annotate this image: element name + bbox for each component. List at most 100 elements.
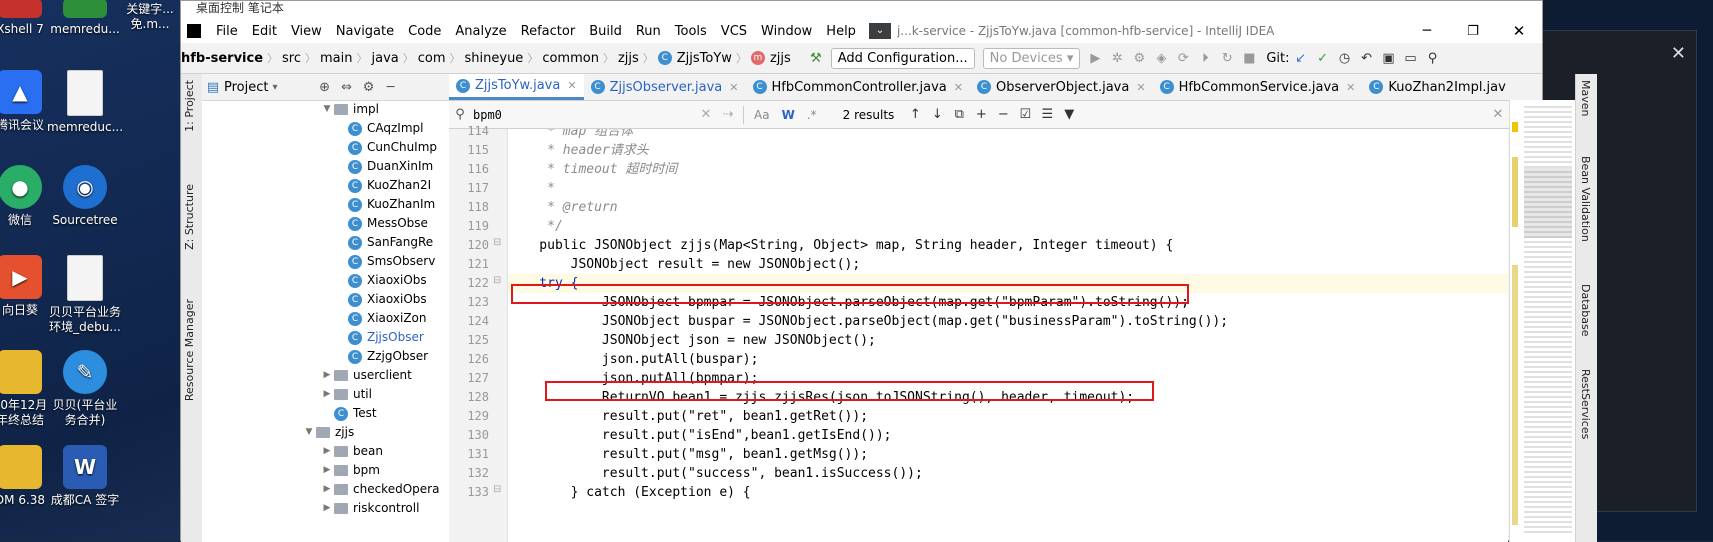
history-icon[interactable]: ⇢: [717, 104, 739, 126]
close-icon[interactable]: ✕: [567, 79, 576, 92]
tab-restservices[interactable]: RestServices: [1579, 369, 1592, 439]
chevron-right-icon[interactable]: ▶: [320, 499, 334, 518]
devices-dropdown[interactable]: No Devices ▾: [982, 47, 1081, 69]
breadcrumb-java[interactable]: java: [368, 51, 403, 66]
close-icon[interactable]: ✕: [1487, 104, 1509, 126]
fold-icon[interactable]: ⊟: [493, 275, 501, 286]
chevron-down-icon[interactable]: ⌄: [868, 23, 891, 39]
run-icon[interactable]: ▶: [1084, 47, 1106, 69]
menu-view[interactable]: View: [284, 24, 329, 39]
tree-item-messobserver[interactable]: C MessObse: [348, 214, 428, 233]
layout-icon[interactable]: ▭: [1400, 47, 1422, 69]
restore-icon[interactable]: ❐: [1450, 24, 1496, 39]
stop-icon[interactable]: ■: [1238, 47, 1260, 69]
chevron-right-icon[interactable]: ▶: [320, 480, 334, 499]
clear-icon[interactable]: ✕: [695, 104, 717, 126]
code-minimap[interactable]: [1509, 100, 1576, 542]
menu-run[interactable]: Run: [629, 24, 668, 39]
tree-item-xiaoxiobs-1[interactable]: C XiaoxiObs: [348, 271, 427, 290]
chevron-down-icon[interactable]: ▼: [302, 423, 316, 442]
find-input[interactable]: [471, 106, 695, 123]
resume-icon[interactable]: ⏵: [1194, 47, 1216, 69]
desktop-icon-beibei-platform[interactable]: ✎ 贝贝(平台业 务合并): [40, 350, 130, 428]
project-structure-icon[interactable]: ▣: [1378, 47, 1400, 69]
coverage-icon[interactable]: ◈: [1150, 47, 1172, 69]
tab-hfbcommoncontroller[interactable]: C HfbCommonController.java ✕: [746, 74, 971, 100]
rollback-icon[interactable]: ↶: [1356, 47, 1378, 69]
tree-item-impl[interactable]: ▼ impl: [320, 100, 379, 119]
git-commit-icon[interactable]: ✓: [1312, 47, 1334, 69]
menu-build[interactable]: Build: [582, 24, 629, 39]
tree-item-zjjsobserver[interactable]: C ZjjsObser: [348, 328, 424, 347]
tree-item-xiaoxiobs-2[interactable]: C XiaoxiObs: [348, 290, 427, 309]
tab-resource-manager[interactable]: Resource Manager: [183, 299, 196, 401]
chevron-right-icon[interactable]: ▶: [320, 461, 334, 480]
debug-icon[interactable]: ✲: [1106, 47, 1128, 69]
minimize-icon[interactable]: ─: [1404, 23, 1450, 39]
tree-item-checkedopera[interactable]: ▶ checkedOpera: [320, 480, 440, 499]
tree-item-sanfangre[interactable]: C SanFangRe: [348, 233, 433, 252]
hide-icon[interactable]: ─: [380, 76, 402, 98]
tree-item-bean[interactable]: ▶ bean: [320, 442, 383, 461]
desktop-icon-beibei-debug[interactable]: 贝贝平台业务 环境_debu...: [40, 255, 130, 335]
history-icon[interactable]: ◷: [1334, 47, 1356, 69]
select-all-occurrences-icon[interactable]: ⧉: [948, 104, 970, 126]
tree-item-userclient[interactable]: ▶ userclient: [320, 366, 412, 385]
tab-project[interactable]: 1: Project: [183, 80, 196, 132]
tree-item-zjjs[interactable]: ▼ zjjs: [302, 423, 355, 442]
add-configuration-button[interactable]: Add Configuration...: [830, 47, 975, 69]
menu-vcs[interactable]: VCS: [714, 24, 754, 39]
gear-icon[interactable]: ⚙: [358, 76, 380, 98]
close-icon[interactable]: ✕: [1496, 22, 1542, 40]
close-icon[interactable]: ✕: [1346, 81, 1355, 94]
breadcrumb-module[interactable]: hfb-service: [177, 51, 267, 66]
close-icon[interactable]: ✕: [1136, 81, 1145, 94]
menu-help[interactable]: Help: [819, 24, 863, 39]
words-toggle[interactable]: W: [782, 108, 795, 122]
tab-zjjsobserver[interactable]: C ZjjsObserver.java ✕: [584, 74, 746, 100]
tab-bean-validation[interactable]: Bean Validation: [1579, 156, 1592, 242]
fold-icon[interactable]: ⊟: [493, 484, 501, 495]
breadcrumb-shineyue[interactable]: shineyue: [461, 51, 528, 66]
breadcrumb-common[interactable]: common: [538, 51, 603, 66]
search-icon[interactable]: ⚲: [1422, 47, 1444, 69]
breadcrumb-method[interactable]: zjjs: [770, 51, 795, 66]
menu-navigate[interactable]: Navigate: [329, 24, 401, 39]
desktop-icon-sourcetree[interactable]: ◉ Sourcetree: [40, 165, 130, 228]
select-all-icon[interactable]: ☑: [1014, 104, 1036, 126]
tree-item-util[interactable]: ▶ util: [320, 385, 372, 404]
desktop-icon-memreduct[interactable]: memredu...: [40, 0, 130, 37]
tab-maven[interactable]: Maven: [1579, 80, 1592, 116]
hammer-build-icon[interactable]: ⚒: [805, 47, 827, 69]
tab-kuozhan2impl[interactable]: C KuoZhan2Impl.jav: [1362, 74, 1509, 100]
chevron-down-icon[interactable]: ▼: [320, 100, 334, 119]
remove-selection-icon[interactable]: −: [992, 104, 1014, 126]
arrow-up-icon[interactable]: ↑: [904, 104, 926, 126]
tree-item-kuozhanimpl[interactable]: C KuoZhanIm: [348, 195, 435, 214]
desktop-icon-keyword[interactable]: 关键字... 免.m...: [120, 2, 180, 32]
minimap-viewport[interactable]: [1524, 168, 1572, 238]
breadcrumb-src[interactable]: src: [278, 51, 305, 66]
breadcrumb-com[interactable]: com: [414, 51, 450, 66]
menu-edit[interactable]: Edit: [245, 24, 284, 39]
tab-database[interactable]: Database: [1579, 284, 1592, 337]
tab-hfbcommonservice[interactable]: C HfbCommonService.java ✕: [1153, 74, 1363, 100]
options-icon[interactable]: ☰: [1036, 104, 1058, 126]
tree-item-caqzimpl[interactable]: C CAqzImpl: [348, 119, 423, 138]
menu-file[interactable]: File: [209, 24, 245, 39]
chevron-right-icon[interactable]: ▶: [320, 366, 334, 385]
menu-tools[interactable]: Tools: [668, 24, 714, 39]
warning-marker[interactable]: [1512, 122, 1518, 132]
close-icon[interactable]: ✕: [1671, 43, 1686, 64]
breadcrumb-class[interactable]: ZjjsToYw: [677, 51, 736, 66]
refresh-icon[interactable]: ↻: [1216, 47, 1238, 69]
desktop-icon-memreduc-file[interactable]: memreduc...: [40, 70, 130, 135]
code-editor[interactable]: * map 组合体 * header请求头 * timeout 超时时间 * *…: [508, 129, 1508, 542]
tree-item-cunchuimpl[interactable]: C CunChuImp: [348, 138, 437, 157]
menu-refactor[interactable]: Refactor: [514, 24, 583, 39]
tree-item-test[interactable]: C Test: [334, 404, 377, 423]
desktop-icon-chengdu-ca[interactable]: W 成都CA 签字: [40, 445, 130, 508]
locate-icon[interactable]: ⊕: [314, 76, 336, 98]
tab-structure[interactable]: Z: Structure: [183, 184, 196, 250]
close-icon[interactable]: ✕: [729, 81, 738, 94]
